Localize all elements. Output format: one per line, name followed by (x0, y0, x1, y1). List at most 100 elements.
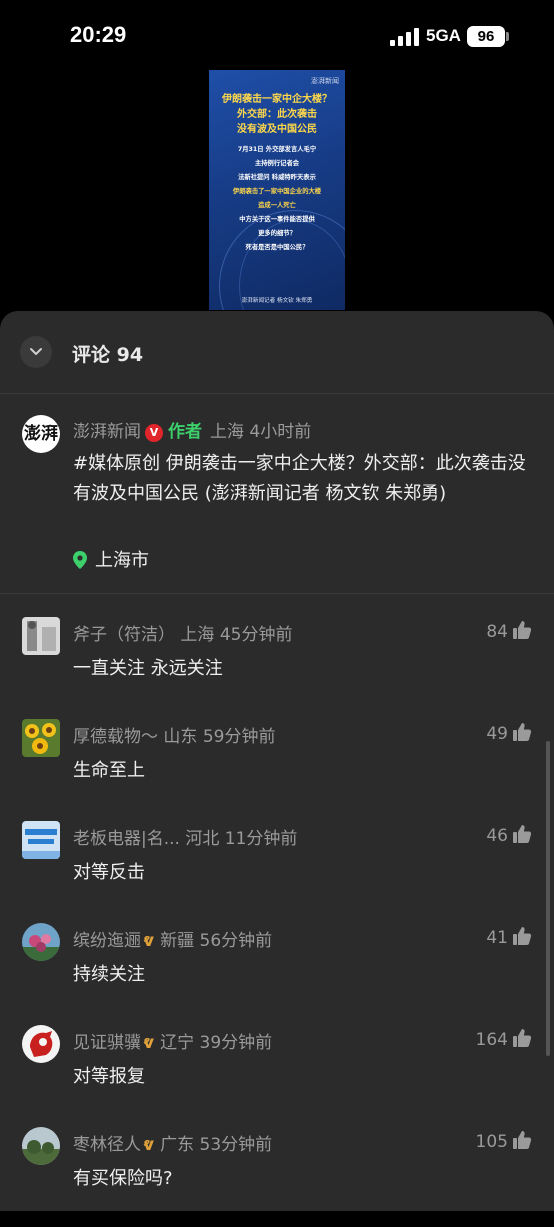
avatar[interactable] (22, 821, 60, 859)
fan-badge-icon: ⱴ (143, 931, 155, 951)
comments-count-title: 评论 94 (72, 344, 144, 366)
comment-text: 生命至上 (73, 760, 145, 781)
like-count: 49 (486, 724, 508, 744)
like-button[interactable]: 49 (486, 722, 532, 744)
poster-title-line: 外交部：此次袭击 (237, 109, 317, 120)
like-button[interactable]: 164 (476, 1028, 532, 1050)
comment-time: 45分钟前 (219, 625, 293, 645)
avatar[interactable] (22, 1127, 60, 1165)
poster-footer: 澎湃新闻记者 杨文钦 朱郑勇 (241, 298, 313, 304)
author-tag: 作者 (168, 422, 202, 442)
comments-sheet: 评论 94 澎湃 澎湃新闻 V 作者 上海 4小时前 #媒体原创 伊朗袭击一家中企大楼… (0, 311, 554, 1211)
battery-icon: 96 (467, 26, 505, 47)
poster-body-line: 死者是否是中国公民？ (245, 244, 309, 251)
comment-item: 老板电器|名... 河北 11分钟前 对等反击 46 (0, 821, 554, 921)
poster-body: 7月31日 外交部发言人毛宁 主持例行记者会 法新社提问 科威特昨天表示 伊朗袭… (209, 143, 345, 255)
post-location[interactable]: 上海市 (73, 546, 149, 572)
network-type: 5GA (426, 26, 461, 45)
comment-author[interactable]: 老板电器|名... (73, 829, 180, 849)
comment-meta: 老板电器|名... 河北 11分钟前 (73, 824, 297, 849)
comment-region: 新疆 (160, 931, 195, 951)
like-count: 164 (475, 1030, 508, 1050)
comment-author[interactable]: 见证骐骥 (73, 1033, 141, 1053)
like-count: 41 (486, 928, 508, 948)
comment-time: 59分钟前 (202, 727, 276, 747)
comment-author[interactable]: 缤纷迤逦 (73, 931, 141, 951)
comment-region: 河北 (185, 829, 220, 849)
battery-tip (506, 32, 509, 41)
avatar[interactable] (22, 1025, 60, 1063)
comment-meta: 厚德载物～ 山东 59分钟前 (73, 722, 275, 747)
poster-body-line: 法新社提问 科威特昨天表示 (238, 174, 316, 181)
comment-meta: 见证骐骥 ⱴ 辽宁 39分钟前 (73, 1028, 272, 1053)
chevron-down-icon (30, 348, 42, 355)
author-location-time: 上海 4小时前 (210, 422, 312, 442)
poster-body-line: 主持例行记者会 (254, 160, 300, 167)
like-count: 46 (486, 826, 508, 846)
comment-region: 辽宁 (160, 1033, 195, 1053)
avatar[interactable] (22, 719, 60, 757)
comment-meta: 缤纷迤逦 ⱴ 新疆 56分钟前 (73, 926, 272, 951)
author-meta: 澎湃新闻 V 作者 上海 4小时前 (73, 417, 311, 442)
avatar[interactable] (22, 923, 60, 961)
thumbs-up-icon (513, 927, 532, 945)
comment-meta: 斧子（符洁） 上海 45分钟前 (73, 620, 292, 645)
poster-body-line: 7月31日 外交部发言人毛宁 (237, 146, 317, 153)
poster-title-line: 伊朗袭击一家中企大楼？ (222, 94, 332, 105)
comment-meta: 枣林径人 ⱴ 广东 53分钟前 (73, 1130, 272, 1155)
like-button[interactable]: 41 (486, 926, 532, 948)
status-time: 20:29 (70, 22, 127, 47)
comment-time: 56分钟前 (199, 931, 273, 951)
poster-body-line: 伊朗袭击了一家中国企业的大楼 (232, 188, 322, 195)
location-pin-icon (73, 551, 87, 569)
author-post-text: #媒体原创 伊朗袭击一家中企大楼？外交部：此次袭击没有波及中国公民 (澎湃新闻记… (73, 453, 526, 504)
comment-item: 枣林径人 ⱴ 广东 53分钟前 有买保险吗? 105 (0, 1127, 554, 1227)
comment-time: 53分钟前 (199, 1135, 273, 1155)
comment-author[interactable]: 枣林径人 (73, 1135, 141, 1155)
comment-item: 缤纷迤逦 ⱴ 新疆 56分钟前 持续关注 41 (0, 923, 554, 1023)
thumbs-up-icon (513, 1131, 532, 1149)
collapse-button[interactable] (20, 336, 52, 368)
comment-text: 持续关注 (73, 964, 145, 985)
comment-item: 斧子（符洁） 上海 45分钟前 一直关注 永远关注 84 (0, 617, 554, 717)
comment-region: 山东 (163, 727, 198, 747)
poster-body-line: 中方关于这一事件能否提供 (239, 216, 315, 223)
comments-header: 评论 94 (0, 311, 554, 394)
thumbs-up-icon (513, 825, 532, 843)
thumbs-up-icon (513, 1029, 532, 1047)
comment-item: 厚德载物～ 山东 59分钟前 生命至上 49 (0, 719, 554, 819)
like-count: 84 (486, 622, 508, 642)
fan-badge-icon: ⱴ (143, 1135, 155, 1155)
scrollbar[interactable] (546, 741, 550, 1056)
like-button[interactable]: 84 (486, 620, 532, 642)
comment-text: 有买保险吗? (73, 1168, 173, 1189)
comment-author[interactable]: 厚德载物～ (73, 727, 158, 747)
thumbs-up-icon (513, 621, 532, 639)
verified-icon: V (145, 424, 163, 442)
comment-region: 广东 (160, 1135, 195, 1155)
comment-text: 对等报复 (73, 1066, 145, 1087)
like-button[interactable]: 105 (476, 1130, 532, 1152)
comment-text: 对等反击 (73, 862, 145, 883)
comment-item: 见证骐骥 ⱴ 辽宁 39分钟前 对等报复 164 (0, 1025, 554, 1125)
like-count: 105 (475, 1132, 508, 1152)
comment-time: 11分钟前 (224, 829, 298, 849)
poster-logo: 澎湃新闻 (311, 77, 339, 85)
poster-body-line: 更多的细节？ (258, 230, 296, 237)
status-bar: 20:29 5GA 96 (0, 0, 554, 70)
comment-time: 39分钟前 (199, 1033, 273, 1053)
fan-badge-icon: ⱴ (143, 1033, 155, 1053)
avatar[interactable] (22, 617, 60, 655)
like-button[interactable]: 46 (486, 824, 532, 846)
author-post: 澎湃 澎湃新闻 V 作者 上海 4小时前 #媒体原创 伊朗袭击一家中企大楼？外交部：此… (0, 393, 554, 594)
video-poster[interactable]: 澎湃新闻 伊朗袭击一家中企大楼？ 外交部：此次袭击 没有波及中国公民 7月31日… (209, 70, 345, 310)
comment-region: 上海 (180, 625, 215, 645)
post-location-label: 上海市 (95, 550, 149, 571)
author-avatar[interactable]: 澎湃 (22, 415, 60, 453)
comment-author[interactable]: 斧子（符洁） (73, 625, 175, 645)
comment-text: 一直关注 永远关注 (73, 658, 223, 679)
thumbs-up-icon (513, 723, 532, 741)
author-name[interactable]: 澎湃新闻 (73, 422, 141, 442)
poster-title-line: 没有波及中国公民 (237, 124, 317, 135)
poster-title: 伊朗袭击一家中企大楼？ 外交部：此次袭击 没有波及中国公民 (209, 92, 345, 137)
